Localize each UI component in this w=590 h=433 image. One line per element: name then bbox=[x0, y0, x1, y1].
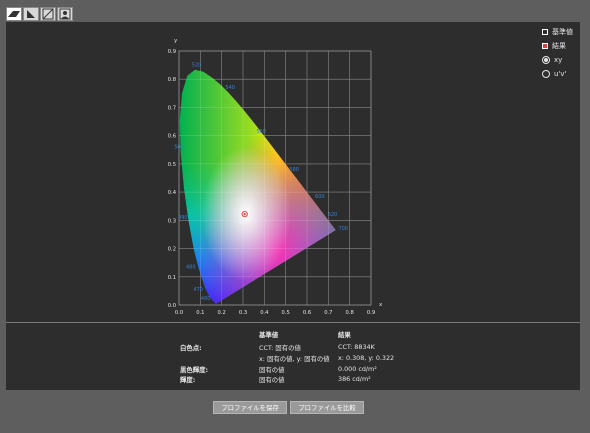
x-tick-label: 0.2 bbox=[218, 310, 226, 316]
mode-xy-label: xy bbox=[554, 56, 563, 64]
wavelength-label: 580 bbox=[289, 167, 299, 173]
y-tick-label: 0.1 bbox=[168, 275, 176, 281]
mode-uv-label: u'v' bbox=[554, 70, 567, 78]
y-tick-label: 0.9 bbox=[168, 49, 176, 55]
y-tick-label: 0.7 bbox=[168, 105, 176, 111]
info-reference-cct: CCT: 固有の値 bbox=[259, 344, 301, 352]
info-label-black-luminance: 黒色輝度: bbox=[180, 366, 209, 374]
radio-unselected-icon bbox=[542, 70, 550, 78]
y-tick-label: 0.8 bbox=[168, 77, 176, 83]
x-tick-label: 0.8 bbox=[346, 310, 354, 316]
x-tick-label: 0.9 bbox=[367, 310, 375, 316]
mode-xy-radio[interactable]: xy bbox=[542, 53, 573, 67]
wavelength-label: 620 bbox=[328, 212, 338, 218]
result-marker-icon bbox=[542, 43, 548, 49]
chart-legend: 基準値 結果 xy u'v' bbox=[542, 25, 573, 81]
x-tick-label: 0.3 bbox=[239, 310, 247, 316]
wavelength-label: 500 bbox=[174, 144, 184, 150]
wavelength-label: 700 bbox=[338, 226, 348, 232]
x-tick-label: 0.0 bbox=[175, 310, 183, 316]
x-tick-label: 0.4 bbox=[260, 310, 269, 316]
wavelength-label: 540 bbox=[225, 85, 235, 91]
x-tick-label: 0.7 bbox=[324, 310, 332, 316]
y-tick-label: 0.2 bbox=[168, 247, 176, 253]
y-tick-label: 0.4 bbox=[168, 190, 177, 196]
x-tick-label: 0.5 bbox=[282, 310, 290, 316]
section-divider bbox=[6, 322, 580, 323]
x-axis-label: x bbox=[379, 302, 383, 308]
wavelength-label: 490 bbox=[178, 215, 188, 221]
y-tick-label: 0.3 bbox=[168, 218, 176, 224]
compare-profile-button[interactable]: プロファイルを比較 bbox=[290, 401, 364, 414]
legend-result: 結果 bbox=[542, 39, 573, 53]
info-reference-luminance: 固有の値 bbox=[259, 376, 285, 384]
x-tick-label: 0.1 bbox=[196, 310, 204, 316]
info-reference-black: 固有の値 bbox=[259, 366, 285, 374]
result-point-center bbox=[243, 213, 246, 216]
wavelength-label: 520 bbox=[192, 63, 202, 69]
x-tick-label: 0.6 bbox=[303, 310, 311, 316]
wavelength-label: 480 bbox=[186, 264, 196, 270]
header-reference: 基準値 bbox=[259, 331, 279, 339]
info-label-white-point: 白色点: bbox=[180, 344, 202, 352]
wavelength-label: 460 bbox=[201, 296, 211, 302]
save-profile-button[interactable]: プロファイルを保存 bbox=[213, 401, 287, 414]
y-tick-label: 0.6 bbox=[168, 134, 176, 140]
y-tick-label: 0.0 bbox=[168, 303, 176, 309]
reference-marker-icon bbox=[542, 29, 548, 35]
radio-selected-icon bbox=[542, 56, 550, 64]
info-result-luminance: 386 cd/m² bbox=[338, 375, 371, 383]
y-axis-label: y bbox=[174, 38, 178, 44]
info-result-xy: x: 0.308, y: 0.322 bbox=[338, 354, 395, 362]
y-tick-label: 0.5 bbox=[168, 162, 176, 168]
header-result: 結果 bbox=[338, 331, 351, 339]
legend-reference: 基準値 bbox=[542, 25, 573, 39]
wavelength-label: 470 bbox=[193, 287, 203, 293]
legend-reference-label: 基準値 bbox=[552, 28, 573, 36]
info-result-cct: CCT: 8834K bbox=[338, 343, 375, 351]
info-label-luminance: 輝度: bbox=[180, 376, 196, 384]
chromaticity-chart: 0.0 0.1 0.2 0.3 0.4 0.5 0.6 0.7 0.8 0.9 0.0 0.1 0.2 0… bbox=[168, 38, 383, 316]
wavelength-label: 600 bbox=[315, 194, 325, 200]
info-reference-xy: x: 固有の値, y: 固有の値 bbox=[259, 355, 330, 363]
info-result-black: 0.000 cd/m² bbox=[338, 365, 377, 373]
mode-uv-radio[interactable]: u'v' bbox=[542, 67, 573, 81]
legend-result-label: 結果 bbox=[552, 42, 566, 50]
wavelength-label: 560 bbox=[256, 129, 266, 135]
